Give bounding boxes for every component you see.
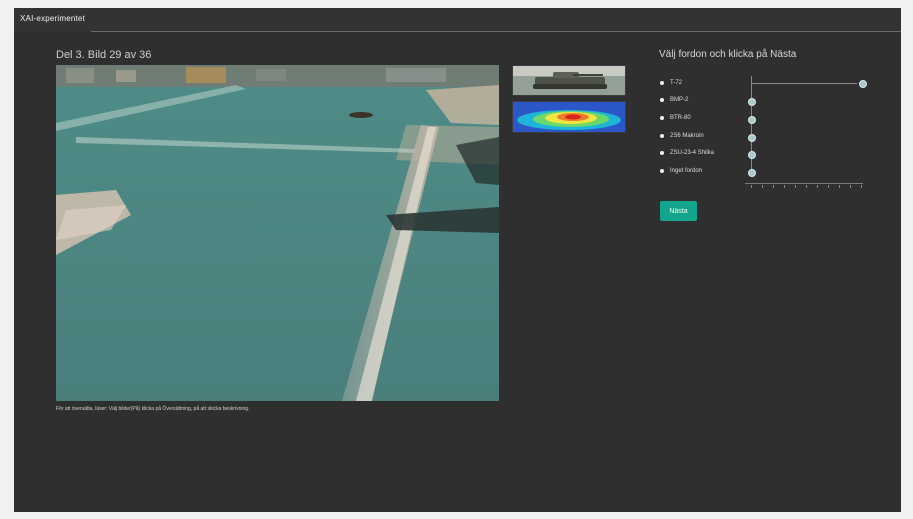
option-zsu234[interactable]: ZSU-23-4 Shilka [660, 148, 714, 158]
saliency-heatmap [512, 101, 626, 133]
confidence-slider-track[interactable] [751, 83, 857, 84]
top-bar: XAI-experimentet [14, 8, 901, 32]
option-no-vehicle[interactable]: Inget fordon [660, 166, 702, 176]
panel-title: Välj fordon och klicka på Nästa [659, 49, 797, 60]
option-t72[interactable]: T-72 [660, 78, 682, 88]
confidence-sliders [745, 73, 875, 199]
app-title: XAI-experimentet [20, 14, 86, 23]
option-label: T-72 [670, 80, 683, 86]
option-label: BTR-80 [670, 115, 691, 121]
slider-knob-bmp2[interactable] [748, 98, 756, 106]
option-btr80[interactable]: BTR-80 [660, 113, 691, 123]
radio-dot[interactable] [660, 81, 664, 85]
slider-knob-zsu234[interactable] [748, 151, 756, 159]
radio-dot[interactable] [660, 134, 664, 138]
option-label: BMP-2 [670, 97, 689, 103]
vehicle-thumbnail[interactable] [512, 65, 626, 96]
radio-dot[interactable] [660, 169, 664, 173]
slider-knob-no-vehicle[interactable] [748, 169, 756, 177]
top-divider [91, 31, 901, 32]
option-2s6[interactable]: 2S6 Makroin [660, 131, 704, 141]
slider-scale [745, 183, 863, 194]
slider-axis [751, 76, 752, 174]
radio-dot[interactable] [660, 116, 664, 120]
radio-dot[interactable] [660, 98, 664, 102]
image-caption: För att översätta, läser: Välj bilder(På… [56, 406, 250, 412]
option-label: ZSU-23-4 Shilka [670, 150, 715, 156]
next-button[interactable]: Nästa [660, 201, 697, 221]
option-label: 2S6 Makroin [670, 133, 704, 139]
slider-knob-2s6[interactable] [748, 134, 756, 142]
option-label: Inget fordon [670, 168, 703, 174]
option-bmp2[interactable]: BMP-2 [660, 95, 688, 105]
radio-dot[interactable] [660, 151, 664, 155]
main-image [56, 65, 499, 401]
slider-knob-t72[interactable] [859, 80, 867, 88]
slider-knob-btr80[interactable] [748, 116, 756, 124]
image-progress: Del 3. Bild 29 av 36 [56, 49, 152, 61]
